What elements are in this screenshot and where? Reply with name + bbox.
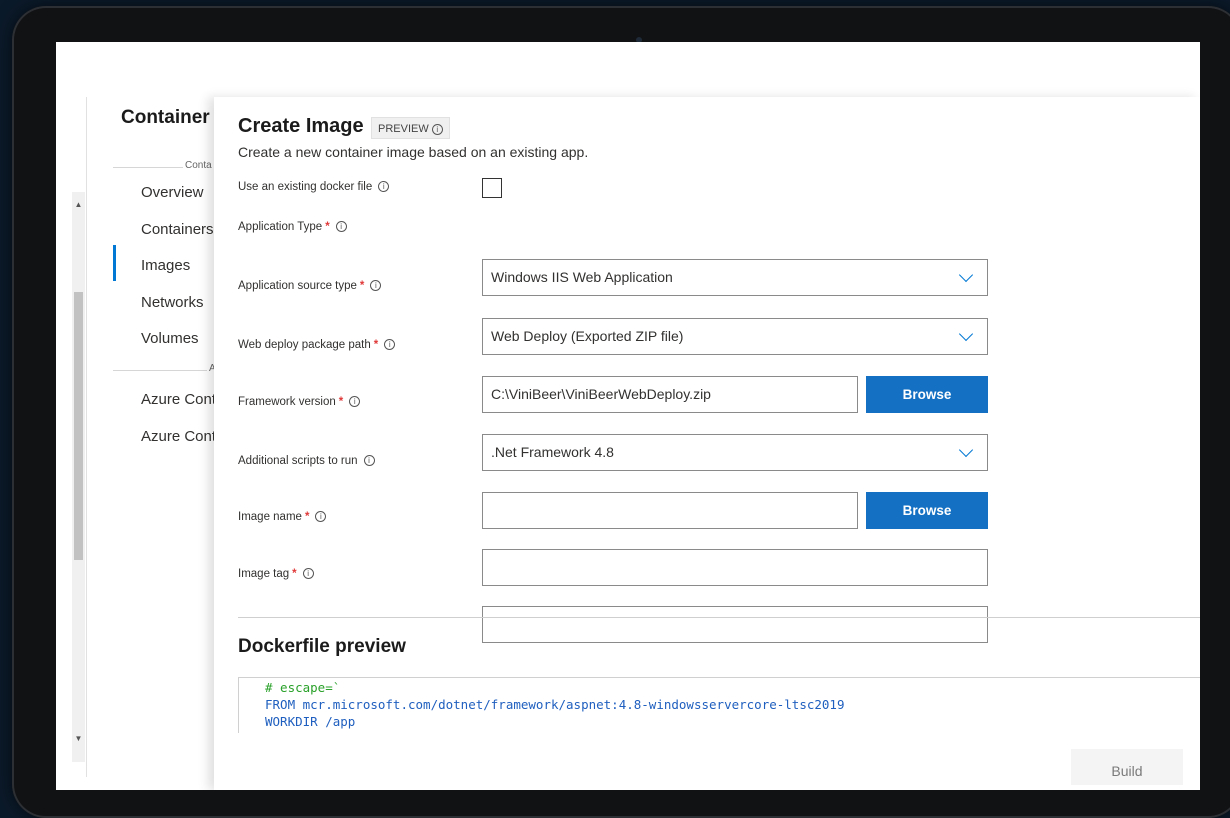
scroll-thumb[interactable]: [74, 292, 83, 560]
label-text: Web deploy package path: [238, 339, 371, 351]
info-icon[interactable]: i: [363, 455, 375, 467]
selected-value: Windows IIS Web Application: [491, 269, 673, 285]
chevron-down-icon: [958, 326, 974, 342]
build-button[interactable]: Build: [1071, 749, 1183, 785]
info-icon[interactable]: i: [349, 396, 361, 408]
additional-scripts-label: Additional scripts to run i: [238, 455, 375, 467]
package-path-label: Web deploy package path * i: [238, 339, 396, 351]
nav-section-label: Conta: [183, 160, 214, 171]
chevron-down-icon: [958, 442, 974, 458]
image-tag-input[interactable]: [482, 606, 988, 643]
image-name-label: Image name * i: [238, 511, 327, 523]
selected-value: Web Deploy (Exported ZIP file): [491, 328, 684, 344]
section-divider: [238, 617, 1200, 618]
nav-item-azure-container-1[interactable]: Azure Cont: [141, 391, 216, 408]
info-icon[interactable]: i: [335, 221, 347, 233]
info-icon[interactable]: i: [302, 568, 314, 580]
info-icon[interactable]: i: [370, 280, 382, 292]
panel-subtitle: Create a new container image based on an…: [238, 144, 589, 160]
source-type-label: Application source type * i: [238, 280, 382, 292]
info-icon[interactable]: i: [384, 339, 396, 351]
existing-docker-file-label: Use an existing docker file i: [238, 181, 390, 193]
label-text: Application Type: [238, 221, 323, 233]
scroll-down-arrow-icon[interactable]: ▼: [72, 732, 85, 746]
package-path-browse-button[interactable]: Browse: [866, 376, 988, 413]
info-icon[interactable]: i: [315, 511, 327, 523]
required-marker: *: [338, 396, 344, 408]
existing-docker-file-checkbox[interactable]: [482, 178, 502, 198]
image-name-input[interactable]: [482, 549, 988, 586]
required-marker: *: [373, 339, 379, 351]
application-type-label: Application Type * i: [238, 221, 347, 233]
nav-item-volumes[interactable]: Volumes: [141, 330, 199, 347]
application-type-select[interactable]: Windows IIS Web Application: [482, 259, 988, 296]
preview-badge-label: PREVIEW: [378, 123, 429, 135]
image-tag-label: Image tag * i: [238, 568, 314, 580]
info-icon[interactable]: i: [378, 181, 390, 193]
label-text: Use an existing docker file: [238, 181, 373, 193]
scroll-up-arrow-icon[interactable]: ▲: [72, 198, 85, 212]
container-navigation: Container Conta Overview Containers Imag…: [86, 97, 233, 777]
nav-item-overview[interactable]: Overview: [141, 184, 204, 201]
framework-version-select[interactable]: .Net Framework 4.8: [482, 434, 988, 471]
required-marker: *: [359, 280, 365, 292]
framework-version-label: Framework version * i: [238, 396, 361, 408]
preview-badge: PREVIEW i: [371, 117, 450, 139]
app-screen: ▲ ▼ Container Conta Overview Containers …: [56, 42, 1200, 790]
label-text: Image tag: [238, 568, 290, 580]
nav-item-containers[interactable]: Containers: [141, 221, 214, 238]
source-type-select[interactable]: Web Deploy (Exported ZIP file): [482, 318, 988, 355]
required-marker: *: [325, 221, 330, 233]
selected-value: .Net Framework 4.8: [491, 444, 614, 460]
label-text: Framework version: [238, 396, 336, 408]
info-icon[interactable]: i: [431, 123, 443, 135]
additional-scripts-input[interactable]: [482, 492, 858, 529]
vertical-scrollbar[interactable]: ▲ ▼: [72, 192, 85, 762]
additional-scripts-browse-button[interactable]: Browse: [866, 492, 988, 529]
nav-item-azure-container-2[interactable]: Azure Cont: [141, 428, 216, 445]
package-path-input[interactable]: C:\ViniBeer\ViniBeerWebDeploy.zip: [482, 376, 858, 413]
code-line: WORKDIR /app: [265, 714, 356, 729]
label-text: Image name: [238, 511, 302, 523]
label-text: Additional scripts to run: [238, 455, 358, 467]
dockerfile-preview-title: Dockerfile preview: [238, 636, 406, 657]
nav-active-indicator: [113, 245, 116, 281]
code-line: FROM mcr.microsoft.com/dotnet/framework/…: [265, 697, 845, 712]
chevron-down-icon: [958, 267, 974, 283]
nav-item-networks[interactable]: Networks: [141, 294, 204, 311]
required-marker: *: [304, 511, 310, 523]
panel-title: Create Image: [238, 115, 364, 137]
code-line: # escape=`: [265, 680, 341, 695]
label-text: Application source type: [238, 280, 357, 292]
create-image-panel: Create Image PREVIEW i Create a new conta…: [214, 97, 1200, 790]
dockerfile-preview-code[interactable]: # escape=` FROM mcr.microsoft.com/dotnet…: [238, 677, 1200, 733]
nav-item-images[interactable]: Images: [141, 257, 190, 274]
nav-title: Container: [121, 107, 210, 128]
required-marker: *: [292, 568, 297, 580]
